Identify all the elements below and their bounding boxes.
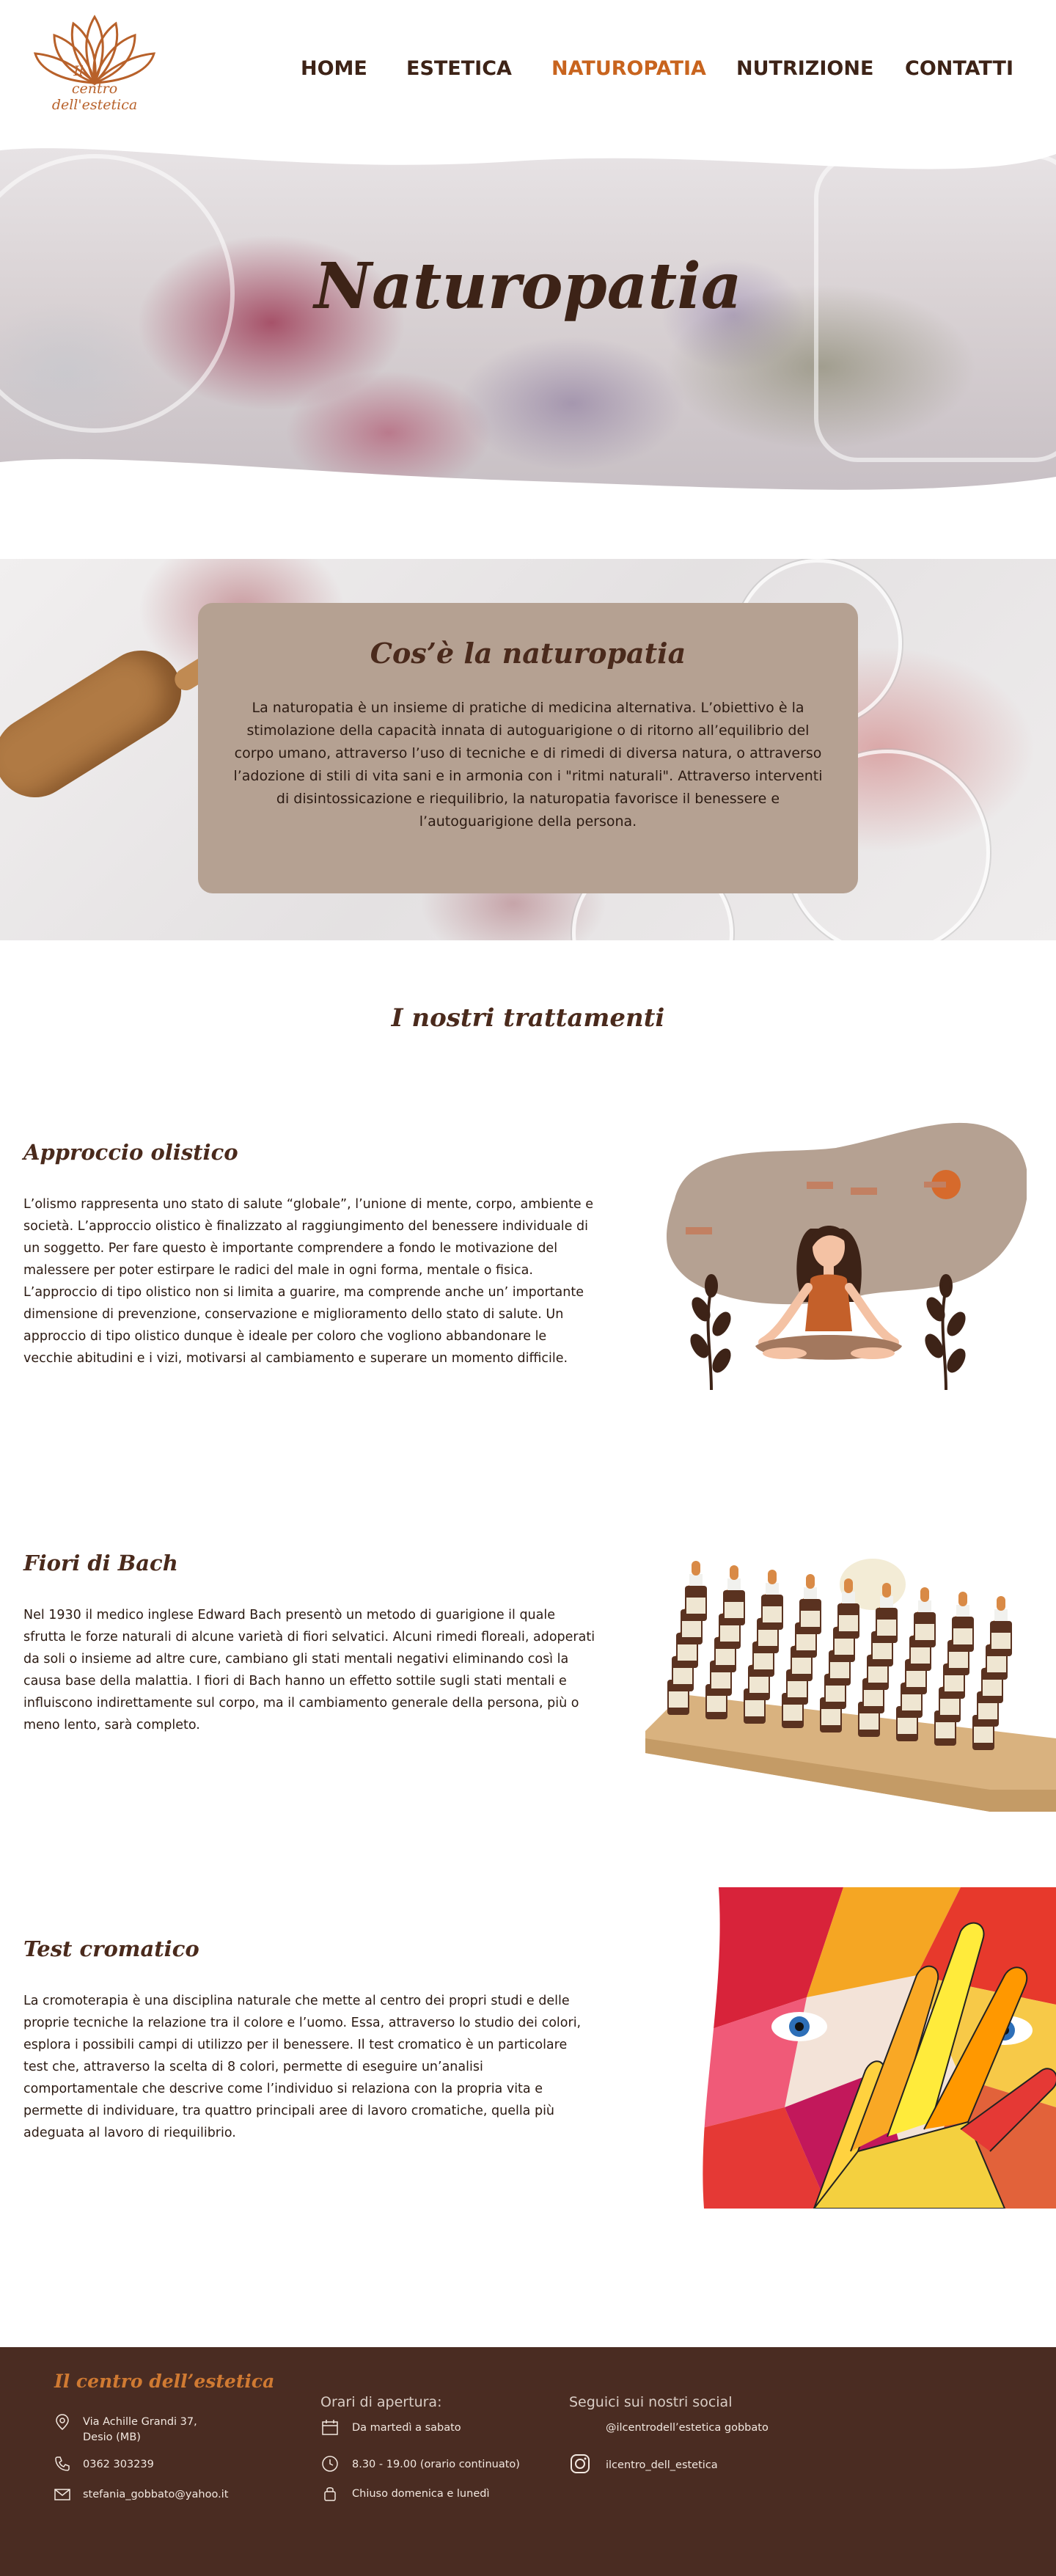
address-line-1: Via Achille Grandi 37, bbox=[83, 2416, 197, 2428]
instagram-link[interactable]: ilcentro_dell_estetica bbox=[606, 2458, 718, 2473]
instagram-icon[interactable] bbox=[569, 2453, 591, 2475]
nav-estetica[interactable]: ESTETICA bbox=[406, 57, 512, 80]
wave-bottom bbox=[0, 458, 1056, 499]
lock-icon bbox=[324, 2487, 336, 2501]
nav-contatti[interactable]: CONTATTI bbox=[905, 57, 1013, 80]
cloud-bar-1 bbox=[807, 1182, 833, 1189]
bach-flower-bottles bbox=[645, 1559, 1056, 1812]
nav-home[interactable]: HOME bbox=[301, 57, 367, 80]
bach-bottle bbox=[723, 1565, 745, 1625]
location-pin-icon bbox=[56, 2414, 69, 2430]
hero-banner: Naturopatia bbox=[0, 139, 1056, 499]
closed-days: Chiuso domenica e lunedì bbox=[352, 2488, 490, 2500]
nav-nutrizione[interactable]: NUTRIZIONE bbox=[736, 57, 873, 80]
treatment-text-chromatic: La cromoterapia è una disciplina natural… bbox=[23, 1994, 582, 2140]
treatment-title-holistic: Approccio olistico bbox=[23, 1140, 238, 1165]
painted-face bbox=[703, 1887, 1056, 2209]
clock-icon bbox=[322, 2456, 338, 2472]
mail-icon bbox=[54, 2489, 70, 2500]
plant-right bbox=[925, 1274, 966, 1391]
treatment-title-bach: Fiori di Bach bbox=[23, 1551, 178, 1576]
wave-top bbox=[0, 139, 1056, 169]
site-footer: Il centro dell’estetica Via Achille Gran… bbox=[0, 2347, 1056, 2576]
bach-bottle bbox=[952, 1592, 974, 1652]
intro-text: La naturopatia è un insieme di pratiche … bbox=[233, 700, 823, 830]
social-heading: Seguici sui nostri social bbox=[569, 2394, 733, 2410]
wooden-scoop bbox=[0, 635, 197, 813]
main-nav: HOME ESTETICA NATUROPATIA NUTRIZIONE CON… bbox=[0, 57, 1056, 87]
bach-bottle bbox=[761, 1570, 783, 1630]
address-line-2: Desio (MB) bbox=[83, 2432, 141, 2443]
phone-icon bbox=[55, 2456, 70, 2471]
treatment-title-chromatic: Test cromatico bbox=[23, 1936, 199, 1961]
footer-email[interactable]: stefania_gobbato@yahoo.it bbox=[83, 2487, 228, 2503]
hours-heading: Orari di apertura: bbox=[320, 2394, 442, 2410]
cloud-bar-2 bbox=[851, 1188, 877, 1195]
intro-section: Cos’è la naturopatia La naturopatia è un… bbox=[0, 559, 1056, 940]
footer-phone[interactable]: 0362 303239 bbox=[83, 2457, 154, 2473]
nav-naturopatia[interactable]: NATUROPATIA bbox=[551, 57, 706, 80]
page-title: Naturopatia bbox=[314, 249, 742, 323]
facebook-link[interactable]: @ilcentrodell’estetica gobbato bbox=[606, 2421, 769, 2436]
calendar-icon bbox=[322, 2420, 338, 2435]
meditation-illustration bbox=[666, 1122, 1027, 1391]
intro-title: Cos’è la naturopatia bbox=[370, 637, 686, 670]
treatment-text-bach: Nel 1930 il medico inglese Edward Bach p… bbox=[23, 1608, 595, 1732]
bach-bottle bbox=[799, 1574, 821, 1634]
treatments-title: I nostri trattamenti bbox=[391, 1003, 665, 1033]
bach-bottle bbox=[685, 1561, 707, 1621]
opening-days: Da martedì a sabato bbox=[352, 2422, 461, 2434]
footer-address: Via Achille Grandi 37, Desio (MB) bbox=[83, 2415, 197, 2445]
cloud-bar-3 bbox=[686, 1227, 712, 1234]
treatment-text-holistic: L’olismo rappresenta uno stato di salute… bbox=[23, 1197, 594, 1366]
footer-brand: Il centro dell’estetica bbox=[54, 2371, 275, 2392]
bach-bottle bbox=[914, 1587, 936, 1647]
logo-line-3: dell'estetica bbox=[51, 97, 138, 113]
opening-hours: 8.30 - 19.00 (orario continuato) bbox=[352, 2459, 520, 2470]
site-header: Il centro dell'estetica HOME ESTETICA NA… bbox=[0, 0, 1056, 139]
intro-card: Cos’è la naturopatia La naturopatia è un… bbox=[198, 603, 858, 893]
bach-bottle bbox=[990, 1596, 1012, 1656]
